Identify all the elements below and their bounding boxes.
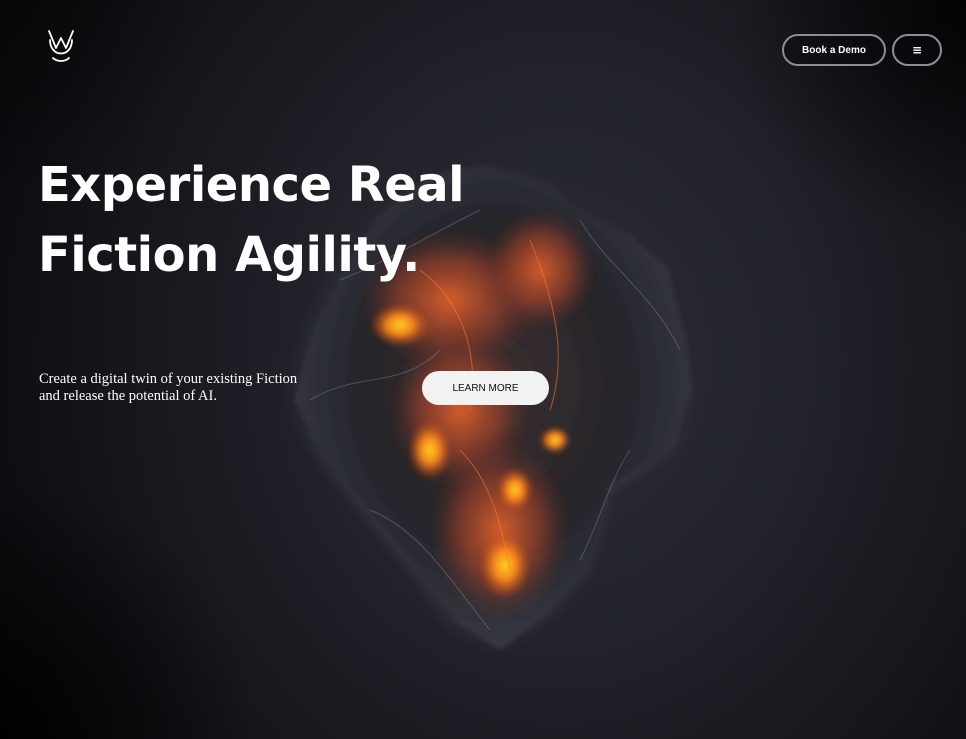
header-actions: Book a Demo ≡ [782,34,942,66]
hero-description-line-1: Create a digital twin of your existing F… [39,371,298,387]
book-demo-button[interactable]: Book a Demo [782,34,886,66]
hamburger-menu-icon: ≡ [911,43,923,57]
learn-more-button[interactable]: LEARN MORE [422,371,549,405]
hero-title-line-2: Fiction Agility. [38,227,420,283]
menu-button[interactable]: ≡ [892,34,942,66]
landing-page: Book a Demo ≡ Experience Real Fiction Ag… [0,0,966,739]
hero-description-line-2: and release the potential of AI. [39,388,217,404]
hero-title-line-1: Experience Real [38,157,465,213]
hero-title: Experience Real Fiction Agility. [38,150,465,290]
learn-more-label: LEARN MORE [452,382,519,394]
vm-monogram-logo[interactable] [44,28,78,64]
hero-description: Create a digital twin of your existing F… [39,371,329,405]
book-demo-label: Book a Demo [802,44,866,56]
